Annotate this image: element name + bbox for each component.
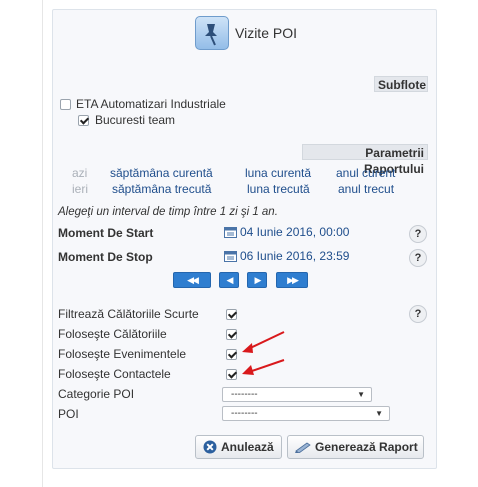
period-today[interactable]: azi	[72, 166, 87, 180]
section-parametrii: Parametrii Raportului	[302, 144, 428, 176]
poi-select-value: --------	[231, 408, 258, 419]
period-current-week[interactable]: săptămâna curentă	[110, 166, 213, 180]
cancel-icon	[203, 440, 217, 454]
fleet-parent-checkbox[interactable]	[60, 99, 71, 110]
calendar-icon[interactable]	[224, 226, 237, 238]
category-label: Categorie POI	[58, 387, 135, 401]
period-last-month[interactable]: luna trecută	[247, 182, 310, 196]
option-label-contacts: Foloseşte Contactele	[58, 367, 171, 381]
pushpin-icon	[195, 16, 229, 50]
start-label: Moment De Start	[58, 226, 154, 240]
fleet-child-checkbox[interactable]	[78, 115, 89, 126]
fleet-child-label: Bucuresti team	[95, 113, 176, 127]
nav-prev-button[interactable]: ◀	[219, 272, 239, 288]
option-label-events: Foloseşte Evenimentele	[58, 347, 187, 361]
period-last-year[interactable]: anul trecut	[338, 182, 394, 196]
nav-first-button[interactable]: ◀◀	[173, 272, 211, 288]
option-checkbox-short-trips[interactable]	[226, 309, 237, 320]
nav-next-button[interactable]: ▶	[247, 272, 267, 288]
fleet-parent-label: ETA Automatizari Industriale	[76, 97, 226, 111]
red-arrow-icon	[242, 359, 285, 375]
option-label-trips: Foloseşte Călătoriile	[58, 327, 167, 341]
chevron-down-icon: ▼	[357, 390, 365, 399]
category-select-value: --------	[231, 389, 258, 400]
section-subflote: Subflote	[374, 76, 428, 92]
start-datetime[interactable]: 04 Iunie 2016, 00:00	[240, 225, 349, 239]
page-title: Vizite POI	[235, 25, 297, 41]
period-yesterday[interactable]: ieri	[72, 182, 88, 196]
generate-report-button[interactable]: Generează Raport	[287, 435, 424, 459]
stop-label: Moment De Stop	[58, 250, 153, 264]
nav-last-button[interactable]: ▶▶	[276, 272, 308, 288]
period-last-week[interactable]: săptămâna trecută	[112, 182, 211, 196]
chevron-down-icon: ▼	[375, 409, 383, 418]
option-checkbox-trips[interactable]	[226, 329, 237, 340]
period-current-month[interactable]: luna curentă	[245, 166, 311, 180]
cancel-button-label: Anulează	[221, 440, 274, 454]
option-checkbox-events[interactable]	[226, 349, 237, 360]
poi-label: POI	[58, 407, 79, 421]
category-select[interactable]: -------- ▼	[222, 387, 372, 402]
period-current-year[interactable]: anul curent	[336, 166, 395, 180]
option-checkbox-contacts[interactable]	[226, 369, 237, 380]
help-icon[interactable]: ?	[409, 225, 427, 243]
page-divider	[42, 0, 43, 487]
help-icon[interactable]: ?	[409, 249, 427, 267]
generate-report-button-label: Generează Raport	[315, 440, 418, 454]
poi-select[interactable]: -------- ▼	[222, 406, 390, 421]
pencil-icon	[295, 442, 311, 453]
stop-datetime[interactable]: 06 Iunie 2016, 23:59	[240, 249, 349, 263]
interval-hint: Alegeţi un interval de timp între 1 zi ş…	[58, 206, 278, 218]
cancel-button[interactable]: Anulează	[195, 435, 282, 459]
option-label-short-trips: Filtrează Călătoriile Scurte	[58, 307, 199, 321]
help-icon[interactable]: ?	[409, 305, 427, 323]
calendar-icon[interactable]	[224, 250, 237, 262]
